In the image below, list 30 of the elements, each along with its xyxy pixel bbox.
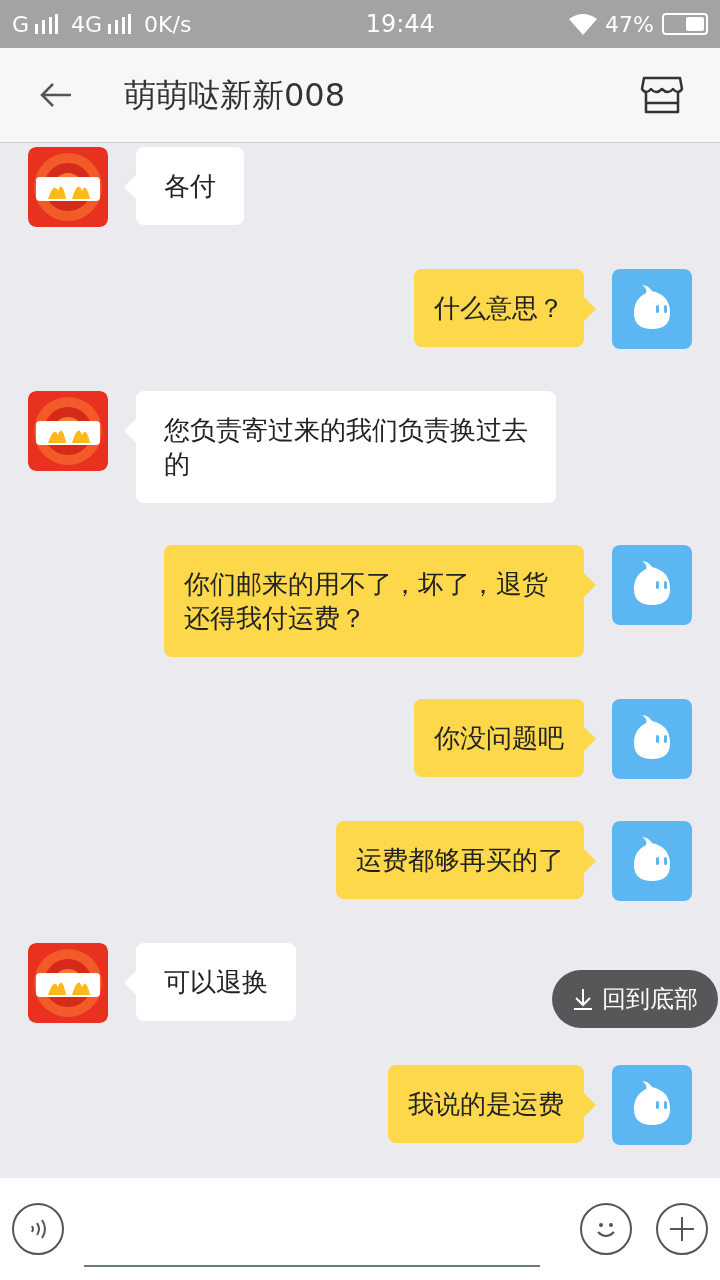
wifi-icon [569, 13, 598, 35]
network-label: G [12, 10, 30, 39]
shop-icon[interactable] [640, 75, 684, 115]
add-button[interactable] [656, 1203, 708, 1255]
user-avatar-icon [612, 821, 692, 901]
battery-percent: 47% [605, 10, 654, 39]
clock: 19:44 [364, 9, 435, 40]
signal-icon [106, 14, 133, 34]
user-avatar-icon [612, 699, 692, 779]
signal-icon [33, 14, 60, 34]
shop-avatar-icon [28, 391, 108, 471]
plus-icon [668, 1215, 696, 1243]
speed-label: 0K/s [144, 10, 192, 39]
download-icon [572, 987, 594, 1011]
bubble-tail [584, 1093, 596, 1117]
bubble-tail [584, 849, 596, 873]
user-avatar-icon [612, 1065, 692, 1145]
bubble-tail [584, 727, 596, 751]
scroll-to-bottom-button[interactable]: 回到底部 [552, 970, 718, 1028]
chat-title: 萌萌哒新新008 [124, 75, 346, 116]
battery-icon [662, 13, 708, 35]
user-avatar-icon [612, 269, 692, 349]
shop-avatar-icon [28, 147, 108, 227]
voice-button[interactable] [12, 1203, 64, 1255]
bubble-tail [584, 297, 596, 321]
shop-avatar-icon [28, 943, 108, 1023]
bubble-tail [584, 573, 596, 597]
network-label: 4G [71, 10, 103, 39]
emoji-button[interactable] [580, 1203, 632, 1255]
user-avatar-icon [612, 545, 692, 625]
